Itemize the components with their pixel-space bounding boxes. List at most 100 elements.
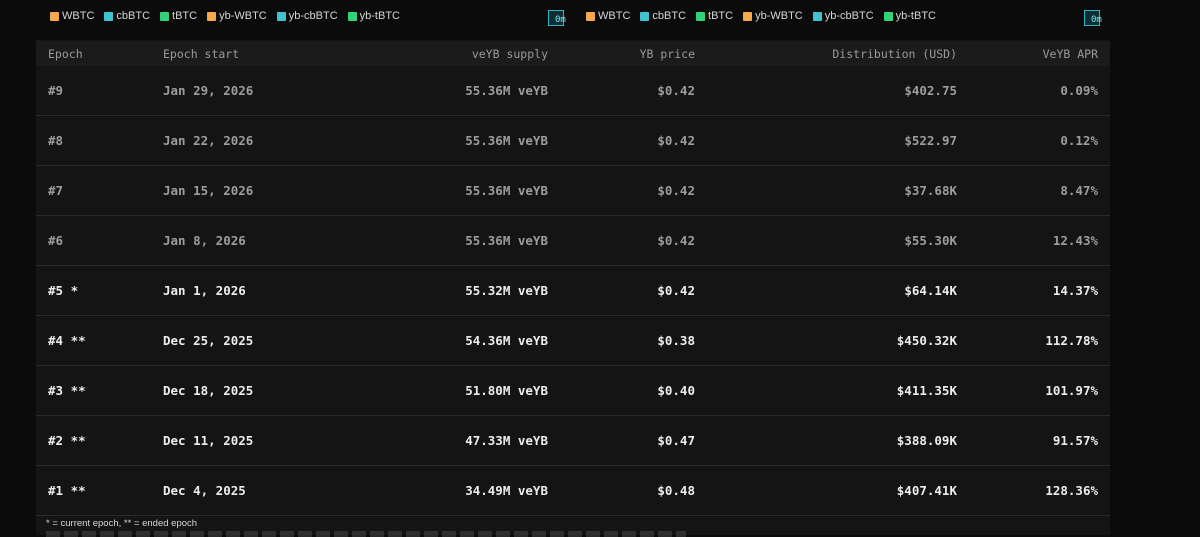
cell-epoch-start: Jan 1, 2026 bbox=[151, 265, 331, 316]
cell-yb-price: $0.42 bbox=[560, 66, 707, 116]
legend-swatch bbox=[640, 11, 650, 21]
cell-yb-price: $0.40 bbox=[560, 365, 707, 416]
cell-epoch: #2 ** bbox=[36, 415, 151, 466]
cell-distribution: $407.41K bbox=[707, 465, 969, 516]
legend-item[interactable]: yb-cbBTC bbox=[812, 10, 874, 22]
legend-swatch bbox=[696, 11, 706, 21]
header-veyb-apr[interactable]: VeYB APR bbox=[969, 41, 1110, 66]
cell-veyb-apr: 14.37% bbox=[969, 265, 1110, 316]
header-epoch-start[interactable]: Epoch start bbox=[151, 41, 331, 66]
mode-toggle-button-left[interactable]: 0m bbox=[548, 10, 566, 26]
cell-veyb-supply: 55.36M veYB bbox=[331, 165, 560, 216]
cell-veyb-supply: 55.36M veYB bbox=[331, 66, 560, 116]
cell-veyb-apr: 112.78% bbox=[969, 315, 1110, 366]
cell-epoch: #9 bbox=[36, 66, 151, 116]
table-row: #6 Jan 8, 2026 55.36M veYB $0.42 $55.30K 12.4… bbox=[36, 215, 1110, 266]
legend-label: tBTC bbox=[708, 10, 734, 22]
legend-swatch bbox=[160, 11, 170, 21]
cell-veyb-apr: 0.09% bbox=[969, 66, 1110, 116]
legend-item[interactable]: yb-WBTC bbox=[207, 10, 267, 22]
header-veyb-supply[interactable]: veYB supply bbox=[331, 41, 560, 66]
cell-epoch: #8 bbox=[36, 115, 151, 166]
legend-item[interactable]: yb-tBTC bbox=[883, 10, 936, 22]
mode-toggle-button-right[interactable]: 0m bbox=[1084, 10, 1102, 26]
legend-item[interactable]: yb-cbBTC bbox=[276, 10, 338, 22]
table-row: #4 ** Dec 25, 2025 54.36M veYB $0.38 $450.32… bbox=[36, 315, 1110, 366]
cell-epoch: #5 * bbox=[36, 265, 151, 316]
cell-distribution: $55.30K bbox=[707, 215, 969, 266]
legend-item[interactable]: cbBTC bbox=[104, 10, 150, 22]
table-row: #2 ** Dec 11, 2025 47.33M veYB $0.47 $388.09… bbox=[36, 415, 1110, 466]
cell-distribution: $402.75 bbox=[707, 66, 969, 116]
cell-veyb-supply: 55.36M veYB bbox=[331, 115, 560, 166]
cell-distribution: $64.14K bbox=[707, 265, 969, 316]
legend-item[interactable]: WBTC bbox=[50, 10, 94, 22]
cell-epoch: #4 ** bbox=[36, 315, 151, 366]
cell-veyb-apr: 101.97% bbox=[969, 365, 1110, 416]
table-row: #3 ** Dec 18, 2025 51.80M veYB $0.40 $411.35… bbox=[36, 365, 1110, 416]
legend-label: cbBTC bbox=[116, 10, 151, 22]
legend-swatch bbox=[50, 11, 59, 21]
legend-swatch bbox=[883, 11, 893, 21]
cell-distribution: $411.35K bbox=[707, 365, 969, 416]
header-distribution[interactable]: Distribution (USD) bbox=[707, 41, 969, 66]
cell-epoch-start: Dec 18, 2025 bbox=[151, 365, 331, 416]
cell-veyb-apr: 128.36% bbox=[969, 465, 1110, 516]
cell-veyb-apr: 12.43% bbox=[969, 215, 1110, 266]
legend-item[interactable]: yb-WBTC bbox=[743, 10, 803, 22]
table-row: #8 Jan 22, 2026 55.36M veYB $0.42 $522.97 0.1… bbox=[36, 115, 1110, 166]
legend-swatch bbox=[586, 11, 595, 21]
table-header-row: Epoch Epoch start veYB supply YB price D… bbox=[36, 41, 1110, 66]
legend-swatch bbox=[812, 11, 822, 21]
legend-swatch bbox=[276, 11, 286, 21]
cell-distribution: $522.97 bbox=[707, 115, 969, 166]
cell-veyb-supply: 34.49M veYB bbox=[331, 465, 560, 516]
cell-epoch: #1 ** bbox=[36, 465, 151, 516]
cell-yb-price: $0.48 bbox=[560, 465, 707, 516]
legend-item[interactable]: yb-tBTC bbox=[347, 10, 400, 22]
cell-yb-price: $0.42 bbox=[560, 165, 707, 216]
cell-yb-price: $0.42 bbox=[560, 265, 707, 316]
cell-veyb-supply: 55.32M veYB bbox=[331, 265, 560, 316]
cell-epoch-start: Dec 11, 2025 bbox=[151, 415, 331, 466]
cell-distribution: $388.09K bbox=[707, 415, 969, 466]
cell-epoch: #6 bbox=[36, 215, 151, 266]
legend-label: yb-tBTC bbox=[359, 10, 400, 22]
cut-off-text-line bbox=[46, 531, 686, 537]
legend-item[interactable]: cbBTC bbox=[640, 10, 686, 22]
cell-distribution: $37.68K bbox=[707, 165, 969, 216]
legend-label: WBTC bbox=[62, 10, 95, 22]
legend-label: tBTC bbox=[172, 10, 198, 22]
epochs-table: Epoch Epoch start veYB supply YB price D… bbox=[36, 41, 1110, 516]
cell-epoch-start: Jan 15, 2026 bbox=[151, 165, 331, 216]
cell-distribution: $450.32K bbox=[707, 315, 969, 366]
cell-veyb-supply: 47.33M veYB bbox=[331, 415, 560, 466]
cell-epoch-start: Jan 22, 2026 bbox=[151, 115, 331, 166]
cell-epoch: #7 bbox=[36, 165, 151, 216]
cell-veyb-supply: 55.36M veYB bbox=[331, 215, 560, 266]
cell-epoch-start: Jan 29, 2026 bbox=[151, 66, 331, 116]
cell-veyb-supply: 51.80M veYB bbox=[331, 365, 560, 416]
cell-epoch-start: Dec 4, 2025 bbox=[151, 465, 331, 516]
header-epoch[interactable]: Epoch bbox=[36, 41, 151, 66]
table-row: #7 Jan 15, 2026 55.36M veYB $0.42 $37.68K 8.4… bbox=[36, 165, 1110, 216]
legend-item[interactable]: WBTC bbox=[586, 10, 630, 22]
cell-yb-price: $0.42 bbox=[560, 115, 707, 166]
legend-item[interactable]: tBTC bbox=[160, 10, 197, 22]
table-row: #9 Jan 29, 2026 55.36M veYB $0.42 $402.75 0.0… bbox=[36, 66, 1110, 116]
header-yb-price[interactable]: YB price bbox=[560, 41, 707, 66]
legend-swatch bbox=[347, 11, 357, 21]
legend-right: WBTC cbBTC tBTC yb-WBTC yb-cbBTC yb-tBTC bbox=[586, 10, 936, 22]
legend-label: yb-tBTC bbox=[895, 10, 936, 22]
cell-veyb-supply: 54.36M veYB bbox=[331, 315, 560, 366]
legend-item[interactable]: tBTC bbox=[696, 10, 733, 22]
legend-label: yb-WBTC bbox=[219, 10, 267, 22]
cell-veyb-apr: 0.12% bbox=[969, 115, 1110, 166]
legend-swatch bbox=[104, 11, 114, 21]
cell-epoch-start: Dec 25, 2025 bbox=[151, 315, 331, 366]
page: WBTC cbBTC tBTC yb-WBTC yb-cbBTC yb-tBTC 0m W… bbox=[0, 0, 1200, 537]
legend-label: cbBTC bbox=[652, 10, 687, 22]
legend-label: yb-WBTC bbox=[755, 10, 803, 22]
cell-veyb-apr: 91.57% bbox=[969, 415, 1110, 466]
cell-veyb-apr: 8.47% bbox=[969, 165, 1110, 216]
